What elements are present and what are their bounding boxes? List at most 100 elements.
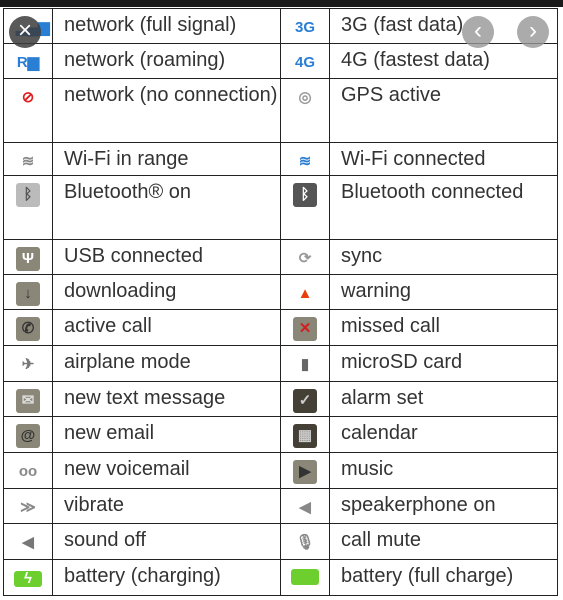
gps-icon: ◎: [298, 89, 312, 106]
icon-cell: 3G: [280, 8, 330, 44]
table-row: ✉ new text message ✓ alarm set: [3, 381, 558, 417]
table-row: ≫ vibrate ◀ speakerphone on: [3, 488, 558, 524]
sound-off-icon: ◀: [22, 534, 34, 551]
label-cell: call mute: [329, 523, 558, 560]
chevron-left-icon: ‹: [474, 17, 482, 44]
icon-cell: ᛒ: [280, 175, 330, 240]
label-cell: Wi-Fi connected: [329, 142, 558, 176]
icon-cell: ▮: [280, 345, 330, 382]
icon-cell: ϟ: [3, 559, 53, 596]
music-icon: ▶: [293, 460, 317, 484]
icon-cell: @: [3, 416, 53, 453]
icon-cell: Ψ: [3, 239, 53, 275]
label-cell: 4G (fastest data): [329, 43, 558, 79]
label-cell: speakerphone on: [329, 488, 558, 524]
envelope-icon: ✉: [16, 389, 40, 413]
label-cell: network (full signal): [52, 8, 281, 44]
label-cell: new email: [52, 416, 281, 453]
alarm-icon: ✓: [293, 389, 317, 413]
table-row: ↓ downloading ▲ warning: [3, 274, 558, 310]
label-cell: new text message: [52, 381, 281, 417]
icon-cell: ✈: [3, 345, 53, 382]
icon-cell: ≫: [3, 488, 53, 524]
label-cell: network (no connection): [52, 78, 281, 143]
label-cell: battery (full charge): [329, 559, 558, 596]
close-icon: ×: [17, 17, 32, 44]
table-row: @ new email ▦ calendar: [3, 416, 558, 453]
calendar-icon: ▦: [293, 424, 317, 448]
4g-icon: 4G: [294, 54, 315, 71]
signal-roaming-icon: R▆: [16, 54, 40, 71]
label-cell: network (roaming): [52, 43, 281, 79]
sync-icon: ⟳: [298, 250, 312, 267]
table-row: ◀ sound off 🎙 call mute: [3, 523, 558, 560]
bluetooth-connected-icon: ᛒ: [293, 183, 317, 207]
icon-cell: ▲: [280, 274, 330, 310]
table-row: ᛒ Bluetooth® on ᛒ Bluetooth connected: [3, 175, 558, 240]
airplane-icon: ✈: [21, 356, 35, 373]
email-icon: @: [16, 424, 40, 448]
table-row: R▆ network (roaming) 4G 4G (fastest data): [3, 43, 558, 79]
vibrate-icon: ≫: [20, 499, 36, 516]
download-icon: ↓: [16, 282, 40, 306]
label-cell: Bluetooth® on: [52, 175, 281, 240]
mic-mute-icon: 🎙: [295, 534, 315, 551]
label-cell: Wi-Fi in range: [52, 142, 281, 176]
label-cell: sync: [329, 239, 558, 275]
speaker-icon: ◀: [299, 499, 311, 516]
table-row: oo new voicemail ▶ music: [3, 452, 558, 489]
icon-cell: [280, 559, 330, 596]
battery-charging-icon: ϟ: [14, 571, 42, 587]
previous-button[interactable]: ‹: [462, 16, 494, 48]
icon-table-image: ▂▄▆network (full signal)3G3G (fast data)…: [0, 7, 563, 600]
label-cell: music: [329, 452, 558, 489]
label-cell: sound off: [52, 523, 281, 560]
table-row: ✈ airplane mode ▮ microSD card: [3, 345, 558, 382]
table-row: ✆ active call ✕ missed call: [3, 309, 558, 346]
icon-cell: ◀: [280, 488, 330, 524]
label-cell: active call: [52, 309, 281, 346]
missed-call-icon: ✕: [293, 317, 317, 341]
3g-icon: 3G: [294, 19, 315, 36]
icon-cell: oo: [3, 452, 53, 489]
voicemail-icon: oo: [18, 463, 38, 480]
signal-no-connection-icon: ⊘: [21, 89, 35, 106]
icon-cell: ⟳: [280, 239, 330, 275]
label-cell: new voicemail: [52, 452, 281, 489]
table-row: ⊘ network (no connection) ◎ GPS active: [3, 78, 558, 143]
icon-cell: ▦: [280, 416, 330, 453]
close-button[interactable]: ×: [9, 16, 41, 48]
icon-cell: 🎙: [280, 523, 330, 560]
table-row: ϟ battery (charging) battery (full charge): [3, 559, 558, 596]
label-cell: GPS active: [329, 78, 558, 143]
label-cell: airplane mode: [52, 345, 281, 382]
label-cell: USB connected: [52, 239, 281, 275]
label-cell: calendar: [329, 416, 558, 453]
label-cell: alarm set: [329, 381, 558, 417]
label-cell: battery (charging): [52, 559, 281, 596]
label-cell: warning: [329, 274, 558, 310]
wifi-in-range-icon: ≋: [21, 153, 35, 170]
label-cell: missed call: [329, 309, 558, 346]
phone-icon: ✆: [16, 317, 40, 341]
bluetooth-on-icon: ᛒ: [16, 183, 40, 207]
icon-cell: ⊘: [3, 78, 53, 143]
icon-cell: R▆: [3, 43, 53, 79]
icon-cell: ◎: [280, 78, 330, 143]
warning-icon: ▲: [297, 285, 313, 302]
usb-icon: Ψ: [16, 247, 40, 271]
icon-cell: ✆: [3, 309, 53, 346]
next-button[interactable]: ›: [517, 16, 549, 48]
battery-full-icon: [291, 569, 319, 585]
icon-cell: ✕: [280, 309, 330, 346]
table-row: ≋ Wi-Fi in range ≋ Wi-Fi connected: [3, 142, 558, 176]
chevron-right-icon: ›: [529, 17, 537, 44]
status-icon-table: ▂▄▆network (full signal)3G3G (fast data)…: [3, 8, 558, 596]
label-cell: microSD card: [329, 345, 558, 382]
icon-cell: ↓: [3, 274, 53, 310]
wifi-connected-icon: ≋: [298, 153, 312, 170]
icon-cell: ≋: [280, 142, 330, 176]
icon-cell: 4G: [280, 43, 330, 79]
microsd-icon: ▮: [300, 356, 310, 373]
icon-cell: ✓: [280, 381, 330, 417]
